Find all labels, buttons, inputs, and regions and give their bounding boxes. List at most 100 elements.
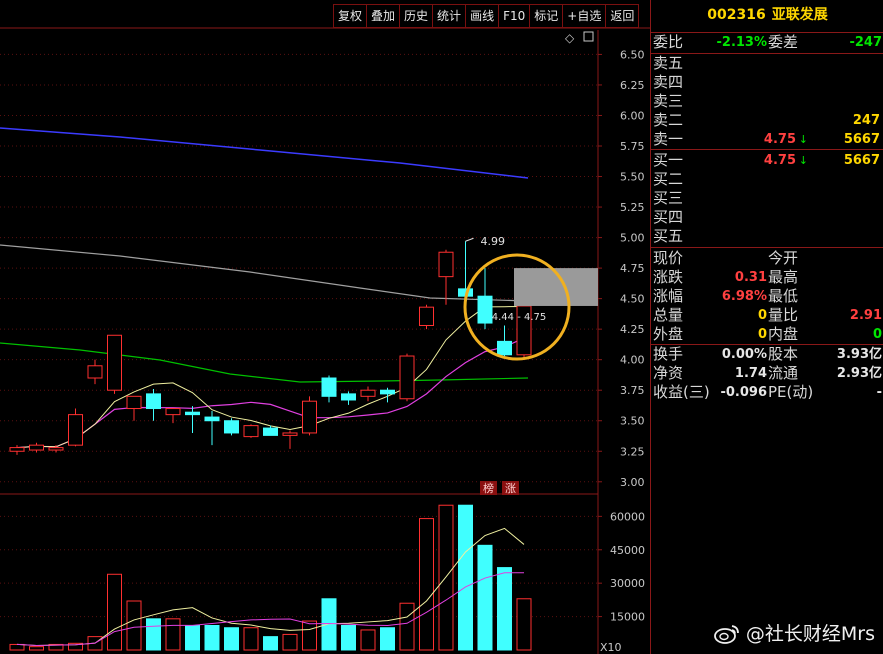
stat-row: 涨幅 6.98% 最低 bbox=[651, 287, 883, 306]
volume-bar-up bbox=[399, 602, 415, 651]
stock-title: 002316 亚联发展 bbox=[651, 0, 883, 33]
candle-down bbox=[146, 393, 161, 410]
f10-button[interactable]: F10 bbox=[498, 4, 530, 28]
candle-down bbox=[263, 427, 278, 436]
sell-level-3: 卖三 bbox=[651, 92, 883, 111]
level-label: 买四 bbox=[653, 208, 684, 226]
stat-label: 量比 bbox=[768, 306, 799, 324]
sell-level-2: 卖二 247 bbox=[651, 111, 883, 130]
level-label: 卖一 bbox=[653, 130, 684, 148]
volume-bar-up bbox=[302, 620, 317, 651]
stat-value: -0.096 bbox=[720, 385, 767, 400]
level-volume: 5667 bbox=[843, 153, 880, 168]
level-label: 卖五 bbox=[653, 54, 684, 72]
add-watchlist-button[interactable]: +自选 bbox=[562, 4, 606, 28]
stat-value: 0 bbox=[757, 308, 767, 323]
candle-up bbox=[126, 395, 142, 410]
stat-label: 总量 bbox=[653, 306, 684, 324]
level-label: 卖三 bbox=[653, 92, 684, 110]
kline-chart[interactable]: 6.50 6.25 6.00 5.75 5.50 5.25 5.00 4.75 4.50 4.25… bbox=[0, 0, 650, 654]
buy-level-5: 买五 bbox=[651, 227, 883, 246]
stat-value: 0.31 bbox=[734, 270, 767, 285]
price-tick-label: 5.00 bbox=[620, 232, 645, 245]
stat-value: 0 bbox=[872, 327, 882, 342]
candle-down bbox=[341, 393, 356, 401]
stat-label: 现价 bbox=[653, 249, 684, 267]
price-tick-label: 4.00 bbox=[620, 354, 645, 367]
divider bbox=[651, 149, 883, 150]
history-button[interactable]: 历史 bbox=[399, 4, 433, 28]
high-price-label: 4.99 bbox=[481, 235, 506, 248]
volume-tick-label: 60000 bbox=[610, 510, 645, 523]
candle-up bbox=[68, 414, 83, 446]
diamond-icon: ◇ bbox=[565, 31, 575, 45]
stat-row: 涨跌 0.31 最高 bbox=[651, 268, 883, 287]
candle-up bbox=[9, 447, 25, 452]
stat-label: 最低 bbox=[768, 287, 799, 305]
down-arrow-icon: ↓ bbox=[798, 133, 808, 146]
volume-bar-up bbox=[419, 518, 434, 651]
stat-row: 总量 0 量比 2.91 bbox=[651, 306, 883, 325]
stat-label: 涨幅 bbox=[653, 287, 684, 305]
volume-bar-down bbox=[458, 504, 473, 651]
price-tick-label: 4.50 bbox=[620, 293, 645, 306]
down-arrow-icon: ↓ bbox=[798, 154, 808, 167]
candle-up bbox=[107, 334, 122, 391]
volume-bar-down bbox=[224, 627, 239, 651]
candle-up bbox=[87, 365, 103, 379]
level-volume: 247 bbox=[852, 113, 880, 128]
candle-down bbox=[477, 295, 493, 324]
candle-up bbox=[302, 400, 317, 434]
weibo-logo-icon bbox=[713, 624, 739, 644]
volume-tick-label: 45000 bbox=[610, 544, 645, 557]
volume-bar-down bbox=[341, 625, 356, 651]
price-tick-label: 3.25 bbox=[620, 445, 645, 458]
candle-down bbox=[224, 420, 239, 434]
candle-up bbox=[399, 355, 415, 400]
level-label: 买五 bbox=[653, 227, 684, 245]
mark-button[interactable]: 标记 bbox=[529, 4, 563, 28]
volume-bar-up bbox=[29, 646, 44, 651]
volume-bar-up bbox=[9, 643, 25, 651]
draw-line-button[interactable]: 画线 bbox=[465, 4, 499, 28]
stat-value: 2.93亿 bbox=[836, 366, 882, 381]
volume-bar-down bbox=[321, 598, 337, 651]
stat-label: 外盘 bbox=[653, 325, 684, 343]
range-label: 4.44 - 4.75 bbox=[492, 312, 547, 323]
level-label: 买二 bbox=[653, 170, 684, 188]
candle-up bbox=[165, 408, 181, 416]
volume-bar-up bbox=[516, 598, 532, 651]
sell-level-4: 卖四 bbox=[651, 73, 883, 92]
volume-bar-up bbox=[243, 627, 259, 651]
level-label: 买三 bbox=[653, 189, 684, 207]
candle-up bbox=[48, 447, 64, 451]
overlay-button[interactable]: 叠加 bbox=[366, 4, 400, 28]
candle-up bbox=[282, 432, 298, 436]
kline-chart-area[interactable]: 6.50 6.25 6.00 5.75 5.50 5.25 5.00 4.75 4.50 4.25… bbox=[0, 0, 650, 654]
weibi-value: -2.13% bbox=[716, 35, 768, 50]
buy-level-1: 买一 4.75 5667 ↓ bbox=[651, 151, 883, 170]
stat-value: - bbox=[876, 385, 882, 400]
high-marker-line bbox=[465, 237, 474, 242]
stat-label: 换手 bbox=[653, 345, 684, 363]
candle-down bbox=[497, 340, 512, 356]
sell-level-5: 卖五 bbox=[651, 54, 883, 73]
candle-up bbox=[243, 425, 259, 438]
weibi-label: 委比 bbox=[653, 33, 684, 51]
candle-up bbox=[29, 444, 44, 451]
volume-bar-down bbox=[380, 627, 395, 651]
back-button[interactable]: 返回 bbox=[605, 4, 640, 28]
stats-button[interactable]: 统计 bbox=[432, 4, 466, 28]
stat-value: 0 bbox=[757, 327, 767, 342]
fuquan-button[interactable]: 复权 bbox=[333, 4, 367, 28]
candle-down bbox=[204, 416, 220, 422]
chart-toolbar: 复权 叠加 历史 统计 画线 F10 标记 +自选 返回 bbox=[333, 4, 640, 28]
stock-code: 002316 bbox=[707, 7, 766, 23]
stat-row: 换手 0.00% 股本 3.93亿 bbox=[651, 345, 883, 364]
price-tick-label: 6.25 bbox=[620, 79, 645, 92]
price-tick-label: 6.00 bbox=[620, 109, 645, 122]
price-tick-label: 3.00 bbox=[620, 476, 645, 489]
volume-bar-up bbox=[126, 600, 142, 651]
volume-tick-label: 15000 bbox=[610, 611, 645, 624]
level-label: 卖二 bbox=[653, 111, 684, 129]
